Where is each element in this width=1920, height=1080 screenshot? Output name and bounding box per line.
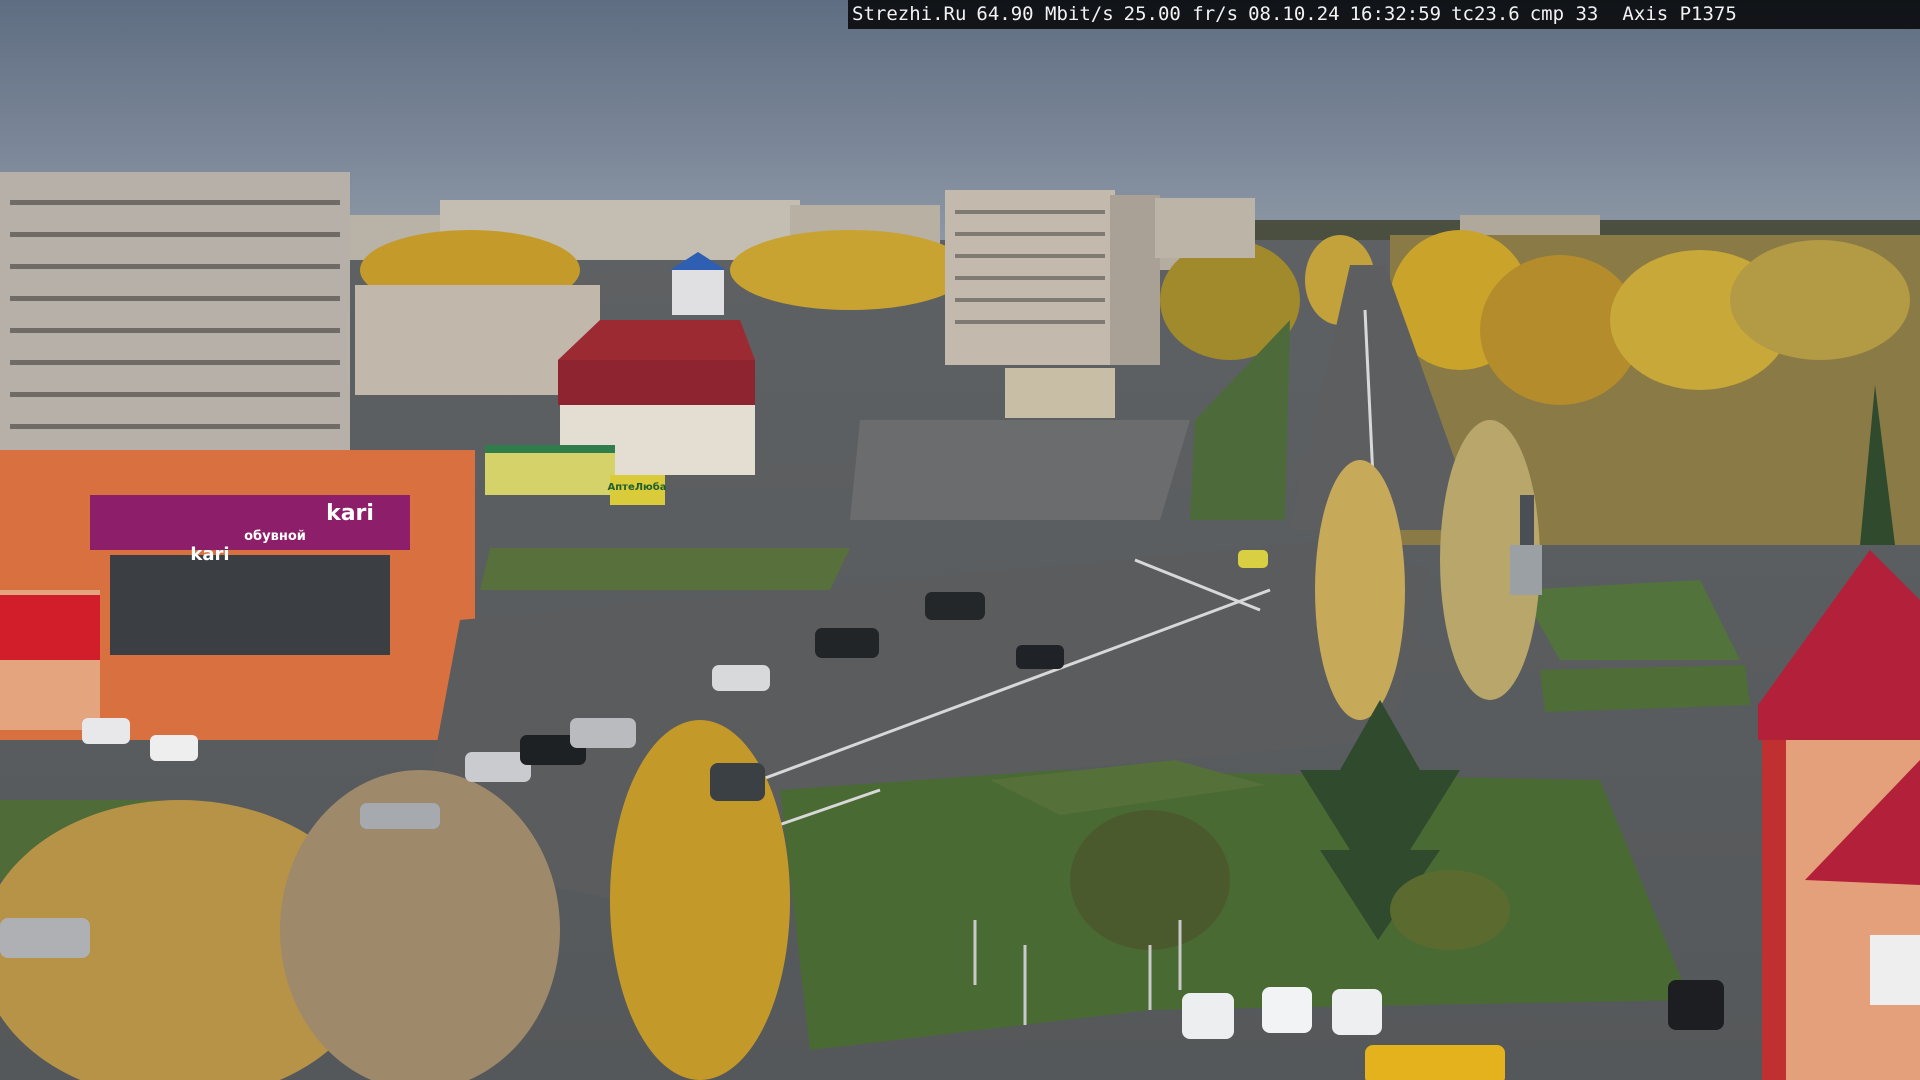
minibus — [1365, 1045, 1505, 1080]
camera-overlay-bar: Strezhi.Ru 64.90 Mbit/s 25.00 fr/s 08.10.24… — [848, 0, 1920, 29]
store-logo-sign: kari — [326, 501, 374, 526]
camera-frame: kari обувной kari АптеЛюба — [0, 0, 1920, 1080]
car — [150, 735, 198, 761]
car — [1238, 550, 1268, 568]
car — [1182, 993, 1234, 1039]
overlay-tc: tc23.6 — [1451, 3, 1520, 25]
overlay-bitrate: 64.90 Mbit/s — [976, 3, 1114, 25]
central-plaza — [850, 420, 1190, 520]
car — [1668, 980, 1724, 1030]
store-sub-sign: обувной — [244, 529, 306, 544]
overlay-cmp: cmp 33 — [1529, 3, 1599, 25]
lawn-right-lower — [1540, 665, 1750, 712]
car — [1262, 987, 1312, 1033]
car — [360, 803, 440, 829]
low-building — [1005, 368, 1115, 418]
car — [925, 592, 985, 620]
car — [1332, 989, 1382, 1035]
overlay-camera-model: Axis P1375 — [1622, 3, 1737, 25]
lawn-left — [480, 548, 850, 590]
car — [712, 665, 770, 691]
car — [815, 628, 879, 658]
car — [570, 718, 636, 748]
kari-store-building — [0, 450, 475, 740]
overlay-framerate: 25.00 fr/s — [1123, 3, 1239, 25]
overlay-date: 08.10.24 — [1248, 3, 1340, 25]
store-logo-small: kari — [190, 544, 229, 565]
overlay-time: 16:32:59 — [1349, 3, 1442, 25]
car — [82, 718, 130, 744]
car — [1016, 645, 1064, 669]
car — [0, 918, 90, 958]
overlay-site: Strezhi.Ru — [852, 3, 967, 25]
pharmacy-sign: АптеЛюба — [608, 481, 667, 493]
car — [710, 763, 765, 801]
